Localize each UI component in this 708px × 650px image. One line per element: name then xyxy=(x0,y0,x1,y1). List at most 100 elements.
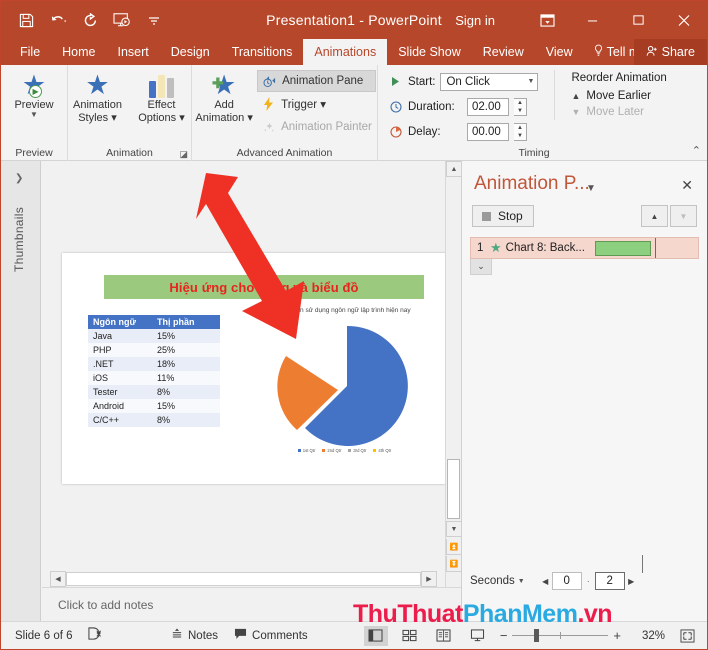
seconds-dropdown[interactable]: Seconds ▼ xyxy=(470,575,525,587)
pie-svg xyxy=(277,325,408,446)
next-slide-button[interactable]: ⏬ xyxy=(446,556,462,572)
duration-stepper[interactable]: ▲ ▼ xyxy=(514,97,527,116)
lightbulb-icon xyxy=(594,44,603,60)
cell-share: 11% xyxy=(152,371,220,385)
language-share-table[interactable]: Ngôn ngữ Thị phần Java 15% PHP 25% .NET 18%… xyxy=(88,315,220,427)
table-header-row: Ngôn ngữ Thị phần xyxy=(88,315,220,329)
start-select[interactable]: On Click ▼ xyxy=(440,72,539,91)
timeline-left-arrow[interactable]: ◀ xyxy=(541,577,550,586)
ribbon-content: ★▶ Preview ▼ Preview ★ Animation Styles … xyxy=(1,65,707,161)
slideshow-view-icon[interactable] xyxy=(466,626,490,646)
effect-options-button[interactable]: Effect Options ▾ xyxy=(131,68,193,124)
timeline-right-arrow[interactable]: ▶ xyxy=(627,577,636,586)
preview-button[interactable]: ★▶ Preview ▼ xyxy=(3,68,65,119)
hscroll-track[interactable] xyxy=(66,572,421,586)
tab-transitions[interactable]: Transitions xyxy=(221,39,304,65)
zoom-thumb[interactable] xyxy=(534,629,540,642)
delay-label: Delay: xyxy=(408,125,441,138)
tab-home[interactable]: Home xyxy=(51,39,106,65)
animation-pane-label: Animation Pane xyxy=(282,75,364,87)
spell-check-icon[interactable] xyxy=(87,627,103,644)
scroll-right-button[interactable]: ▶ xyxy=(421,571,437,587)
table-row: .NET 18% xyxy=(88,357,220,371)
cell-language: C/C++ xyxy=(88,413,152,427)
sign-in-button[interactable]: Sign in xyxy=(455,1,495,39)
comments-label: Comments xyxy=(252,629,308,642)
comments-button[interactable]: Comments xyxy=(234,628,308,643)
animation-pane: Animation P... ▼ ✕ Stop ▲ ▼ 1 ★ Chart 8:… xyxy=(461,161,707,621)
move-later-button: ▼ Move Later xyxy=(567,104,670,120)
duration-row: Duration: 02.00 ▲ ▼ xyxy=(388,95,538,118)
tab-view[interactable]: View xyxy=(535,39,584,65)
zoom-in-button[interactable]: + xyxy=(613,628,621,643)
ribbon-tabs: File Home Insert Design Transitions Anim… xyxy=(1,39,707,65)
move-down-button[interactable]: ▼ xyxy=(670,205,697,227)
slide-editing-area: Hiệu ứng cho bảng và biểu đồ Ngôn ngữ Th… xyxy=(42,161,462,621)
collapse-ribbon-button[interactable]: ⌃ xyxy=(692,144,701,157)
reading-view-icon[interactable] xyxy=(432,626,456,646)
tab-animations[interactable]: Animations xyxy=(303,39,388,65)
duration-input[interactable]: 02.00 xyxy=(467,97,509,116)
animation-dialog-launcher-icon[interactable]: ◪ xyxy=(179,149,188,160)
cell-language: Android xyxy=(88,399,152,413)
trigger-button[interactable]: Trigger ▾ xyxy=(257,93,376,115)
animation-list-item[interactable]: 1 ★ Chart 8: Back... xyxy=(470,237,699,259)
pie-chart[interactable]: Thị phần sử dụng ngôn ngữ lập trình hiện… xyxy=(242,305,447,475)
animation-pane-menu-icon[interactable]: ▼ xyxy=(586,183,596,194)
tab-file[interactable]: File xyxy=(9,39,51,65)
slide-sorter-icon[interactable] xyxy=(398,626,422,646)
notes-button[interactable]: Notes xyxy=(171,628,218,643)
scroll-down-button[interactable]: ▼ xyxy=(446,521,462,537)
tab-design[interactable]: Design xyxy=(160,39,221,65)
scroll-thumb[interactable] xyxy=(447,459,460,519)
move-earlier-button[interactable]: ▲ Move Earlier xyxy=(567,88,670,104)
animation-pane-close-icon[interactable]: ✕ xyxy=(681,177,693,194)
animation-duration-bar[interactable] xyxy=(595,241,651,256)
tab-slide-show[interactable]: Slide Show xyxy=(387,39,472,65)
notes-pane[interactable]: Click to add notes xyxy=(42,587,461,621)
slide-title-box[interactable]: Hiệu ứng cho bảng và biểu đồ xyxy=(104,275,424,299)
chevron-expand-icon[interactable]: ❯ xyxy=(15,173,23,184)
table-header-language: Ngôn ngữ xyxy=(88,315,152,329)
tab-insert[interactable]: Insert xyxy=(107,39,160,65)
table-row: Android 15% xyxy=(88,399,220,413)
timeline-end[interactable]: 2 xyxy=(594,572,625,590)
zoom-out-button[interactable]: − xyxy=(500,628,508,643)
cell-share: 8% xyxy=(152,413,220,427)
slide-counter[interactable]: Slide 6 of 6 xyxy=(15,630,73,642)
animation-styles-label-1: Animation xyxy=(73,99,122,111)
start-value: On Click xyxy=(446,75,490,88)
thumbnails-pane[interactable]: ❯ Thumbnails xyxy=(1,161,41,621)
triangle-down-icon: ▼ xyxy=(571,107,581,117)
share-button[interactable]: Share xyxy=(633,39,707,65)
scroll-left-button[interactable]: ◀ xyxy=(50,571,66,587)
cell-language: PHP xyxy=(88,343,152,357)
delay-input[interactable]: 00.00 xyxy=(467,122,509,141)
maximize-button[interactable] xyxy=(615,1,661,39)
close-button[interactable] xyxy=(661,1,707,39)
move-up-button[interactable]: ▲ xyxy=(641,205,668,227)
ribbon-display-options-icon[interactable] xyxy=(525,1,569,39)
expand-contents-button[interactable]: ⌄ xyxy=(470,259,492,275)
timeline-start[interactable]: 0 xyxy=(551,572,582,590)
zoom-slider[interactable]: − + xyxy=(500,628,621,643)
animation-pane-button[interactable]: Animation Pane xyxy=(257,70,376,92)
previous-slide-button[interactable]: ⏫ xyxy=(446,539,462,555)
scroll-up-button[interactable]: ▲ xyxy=(446,161,462,177)
slide-horizontal-scrollbar[interactable]: ◀ ▶ xyxy=(50,571,437,587)
timeline-scroll: ◀ 0 · 2 ▶ xyxy=(541,572,636,590)
delay-stepper[interactable]: ▲ ▼ xyxy=(514,122,527,141)
slide-vertical-scrollbar[interactable]: ▲ ▼ ⏫ ⏬ xyxy=(445,161,462,621)
slide-canvas[interactable]: Hiệu ứng cho bảng và biểu đồ Ngôn ngữ Th… xyxy=(62,253,462,484)
stop-button[interactable]: Stop xyxy=(472,205,534,227)
animation-styles-button[interactable]: ★ Animation Styles ▾ xyxy=(67,68,129,125)
seconds-label: Seconds xyxy=(470,575,515,587)
add-animation-button[interactable]: ★ ✚ Add Animation ▾ xyxy=(193,68,255,125)
zoom-track[interactable] xyxy=(512,629,609,642)
minimize-button[interactable] xyxy=(569,1,615,39)
fit-slide-icon[interactable] xyxy=(675,626,699,646)
share-label: Share xyxy=(661,45,695,59)
tab-review[interactable]: Review xyxy=(472,39,535,65)
zoom-percentage[interactable]: 32% xyxy=(631,630,665,642)
normal-view-icon[interactable] xyxy=(363,625,388,646)
